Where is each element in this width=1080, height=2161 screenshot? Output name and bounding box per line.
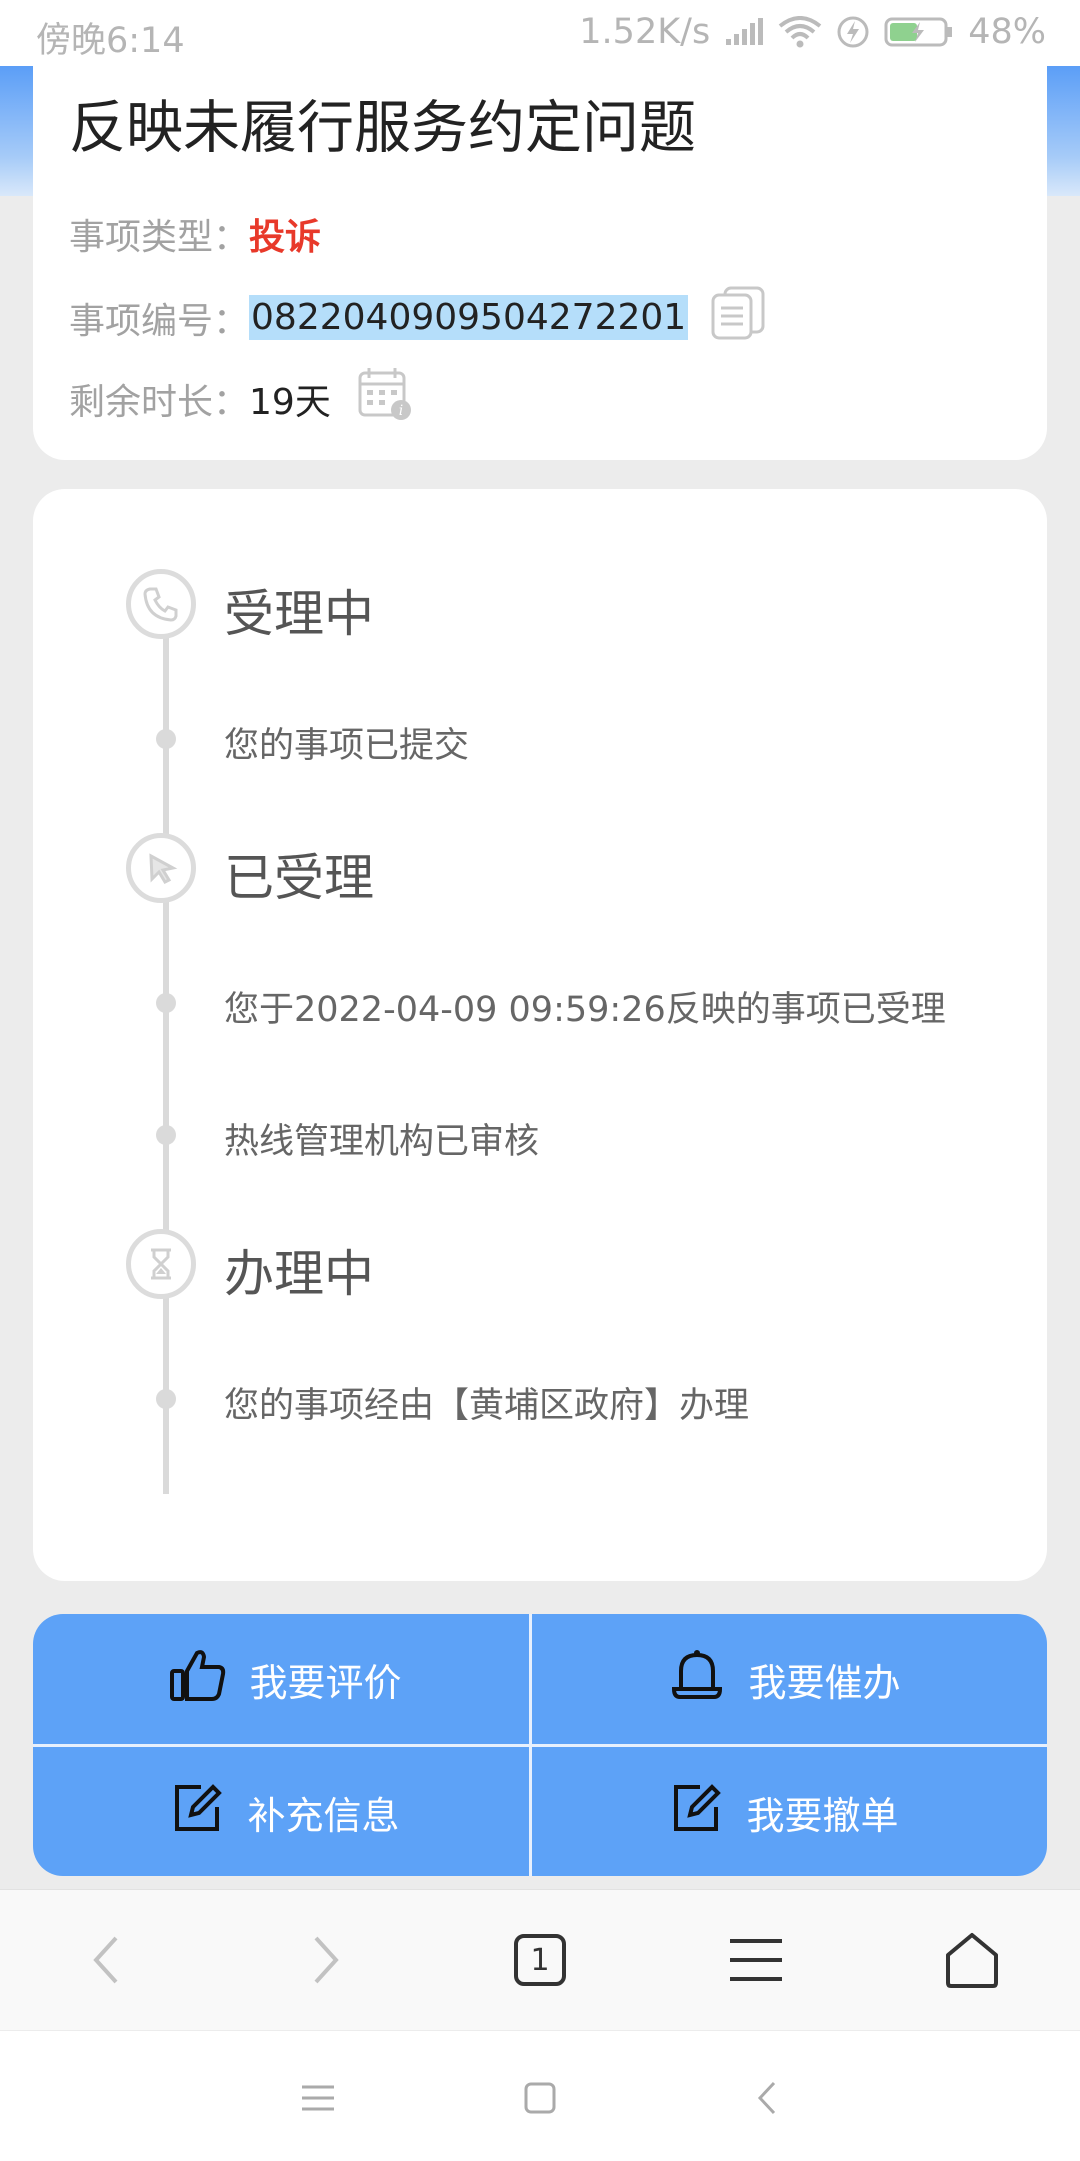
recent-apps-button[interactable]: [283, 2063, 353, 2133]
edit-icon: [171, 1781, 225, 1844]
copy-icon[interactable]: [710, 286, 768, 349]
chevron-right-icon: [314, 1936, 339, 1984]
timeline-item-text: 您的事项已提交: [224, 726, 470, 766]
browser-toolbar: 1: [0, 1889, 1080, 2030]
stage-title: 已受理: [224, 849, 374, 907]
system-navigation-bar: [0, 2030, 1080, 2161]
signal-icon: [724, 17, 764, 47]
withdraw-label: 我要撤单: [746, 1793, 899, 1838]
issue-number-row: 事项编号： 0822040909504272201: [69, 286, 768, 349]
issue-title: 反映未履行服务约定问题: [69, 95, 696, 161]
calendar-icon[interactable]: i: [357, 366, 413, 431]
remaining-time-label: 剩余时长：: [69, 381, 250, 423]
net-speed: 1.52K/s: [579, 12, 711, 52]
issue-type-value: 投诉: [249, 217, 322, 258]
wifi-icon: [778, 16, 822, 48]
tabs-button[interactable]: 1: [500, 1920, 580, 2000]
timeline-item-text: 热线管理机构已审核: [224, 1122, 540, 1162]
system-back-button[interactable]: [732, 2063, 802, 2133]
home-button[interactable]: [932, 1920, 1012, 2000]
timeline-dot: [156, 993, 176, 1013]
stage-title: 受理中: [224, 585, 374, 643]
back-arrow-icon: [757, 2081, 776, 2115]
issue-number-value[interactable]: 0822040909504272201: [249, 295, 689, 340]
issue-info-card: 反映未履行服务约定问题 事项类型： 投诉 事项编号： 0822040909504…: [33, 56, 1047, 460]
rate-label: 我要评价: [249, 1660, 402, 1705]
rate-button[interactable]: 我要评价: [33, 1614, 538, 1744]
supplement-label: 补充信息: [247, 1793, 400, 1838]
menu-icon: [730, 1939, 782, 1981]
battery-icon: [884, 16, 954, 48]
bell-icon: [668, 1647, 726, 1712]
remaining-time-value: 19天: [249, 381, 331, 423]
menu-button[interactable]: [716, 1920, 796, 2000]
timeline-item-text: 您于2022-04-09 09:59:26反映的事项已受理: [224, 990, 946, 1030]
timeline-dot: [156, 1389, 176, 1409]
timeline-dot: [156, 1125, 176, 1145]
cursor-icon: [126, 833, 196, 903]
timeline-item-text: 您的事项经由【黄埔区政府】办理: [224, 1386, 750, 1426]
chevron-left-icon: [93, 1936, 118, 1984]
recents-icon: [302, 2085, 334, 2111]
withdraw-button[interactable]: 我要撤单: [532, 1747, 1037, 1876]
square-home-icon: [524, 2082, 556, 2114]
back-button[interactable]: [66, 1920, 146, 2000]
thumbs-up-icon: [169, 1647, 227, 1712]
action-panel: 我要评价 我要催办 补充信息 我要撤单: [33, 1614, 1047, 1876]
issue-type-row: 事项类型： 投诉: [69, 208, 321, 260]
urge-label: 我要催办: [748, 1660, 901, 1705]
issue-type-label: 事项类型：: [69, 217, 250, 258]
progress-timeline: 受理中 您的事项已提交 已受理 您于2022-04-09 09:59:26反映的…: [33, 489, 1047, 1581]
home-icon: [946, 1933, 998, 1988]
urge-button[interactable]: 我要催办: [532, 1614, 1037, 1744]
phone-icon: [126, 569, 196, 639]
system-home-button[interactable]: [505, 2063, 575, 2133]
remaining-time-row: 剩余时长： 19天 i: [69, 366, 413, 431]
battery-percent: 48%: [968, 12, 1046, 52]
svg-text:i: i: [399, 403, 403, 419]
edit-icon: [670, 1781, 724, 1844]
supplement-button[interactable]: 补充信息: [33, 1747, 538, 1876]
charging-icon: [836, 15, 870, 49]
timeline-dot: [156, 729, 176, 749]
forward-button[interactable]: [286, 1920, 366, 2000]
stage-title: 办理中: [224, 1245, 374, 1303]
issue-number-label: 事项编号：: [69, 300, 250, 342]
hourglass-icon: [126, 1229, 196, 1299]
tab-count: 1: [514, 1934, 566, 1986]
